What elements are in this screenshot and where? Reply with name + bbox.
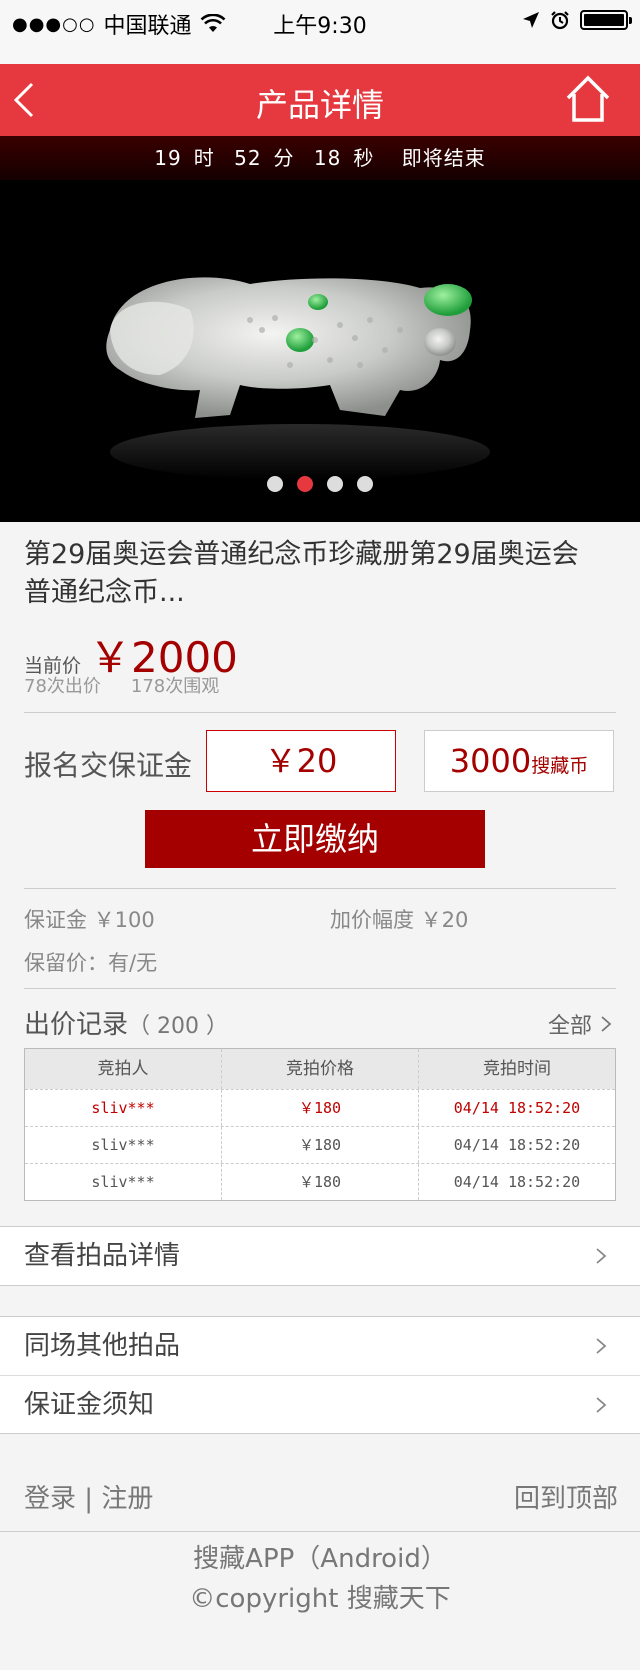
column-header: 竞拍价格: [221, 1049, 418, 1089]
divider: [0, 1531, 640, 1532]
chevron-right-icon: [601, 1016, 612, 1032]
back-to-top-link[interactable]: 回到顶部: [514, 1478, 618, 1515]
alarm-clock-icon: [551, 11, 569, 30]
coin-payment-option[interactable]: 3000搜藏币: [424, 730, 614, 792]
location-arrow-icon: [523, 12, 539, 28]
bidder-cell: sliv***: [91, 1136, 155, 1154]
coin-amount: 3000: [449, 742, 532, 780]
carousel-dot[interactable]: [267, 476, 283, 492]
login-link[interactable]: 登录: [24, 1484, 76, 1514]
chevron-right-icon: [596, 1397, 607, 1413]
bid-count: 78次出价: [24, 676, 101, 697]
reserve-price-info: 保留价：有/无: [24, 951, 158, 975]
menu-item-other-lots[interactable]: 同场其他拍品: [0, 1317, 640, 1375]
countdown-minutes: 52: [234, 146, 262, 170]
countdown-bar: 19 时 52 分 18 秒 即将结束: [0, 136, 640, 180]
divider: [24, 988, 616, 989]
pay-now-button[interactable]: 立即缴纳: [145, 810, 485, 868]
home-icon[interactable]: [564, 74, 612, 124]
table-header-row: 竞拍人 竞拍价格 竞拍时间: [25, 1049, 615, 1089]
view-all-label: 全部: [547, 1014, 592, 1039]
menu-item-label: 同场其他拍品: [24, 1331, 181, 1361]
deposit-amount-option[interactable]: ￥20: [206, 730, 396, 792]
view-all-bids-link[interactable]: 全部: [548, 1008, 612, 1040]
carousel-dot[interactable]: [327, 476, 343, 492]
bid-time-cell: 04/14 18:52:20: [418, 1127, 615, 1163]
product-stats: 78次出价 178次围观: [24, 672, 219, 698]
bidder-cell: sliv***: [91, 1173, 155, 1191]
carousel-dot[interactable]: [357, 476, 373, 492]
menu-item-deposit-notice[interactable]: 保证金须知: [0, 1375, 640, 1433]
carousel-dot-active[interactable]: [297, 476, 313, 492]
status-right: [522, 10, 632, 30]
increment-info: 加价幅度 ￥20: [330, 908, 469, 932]
product-image: [106, 277, 490, 480]
footer-auth-links: 登录 | 注册: [24, 1478, 153, 1515]
table-row: sliv*** ￥180 04/14 18:52:20: [25, 1089, 615, 1126]
countdown-seconds-unit: 秒: [353, 146, 375, 170]
bid-records-label: 出价记录: [24, 1010, 129, 1040]
countdown-seconds: 18: [313, 146, 342, 170]
navbar: 产品详情: [0, 64, 640, 136]
detail-menu: 查看拍品详情: [0, 1226, 640, 1286]
chevron-right-icon: [596, 1248, 607, 1264]
bid-records-title: 出价记录（ 200 ）: [24, 1004, 228, 1041]
column-header: 竞拍时间: [418, 1049, 615, 1089]
bid-time-cell: 04/14 18:52:20: [418, 1090, 615, 1126]
bid-price-cell: ￥180: [221, 1127, 418, 1163]
register-link[interactable]: 注册: [101, 1484, 153, 1514]
bid-time-cell: 04/14 18:52:20: [418, 1164, 615, 1200]
table-row: sliv*** ￥180 04/14 18:52:20: [25, 1126, 615, 1163]
divider: [24, 888, 616, 889]
status-bar: ●●●○○ 中国联通 上午9:30: [0, 0, 640, 64]
deposit-info: 保证金 ￥100: [24, 908, 155, 932]
countdown-minutes-unit: 分: [273, 146, 295, 170]
bidder-cell: sliv***: [91, 1099, 155, 1117]
more-menu: 同场其他拍品 保证金须知: [0, 1316, 640, 1434]
view-count: 178次围观: [130, 676, 220, 697]
copyright-text: ©copyright 搜藏天下: [189, 1584, 451, 1614]
menu-item-label: 查看拍品详情: [24, 1241, 181, 1271]
bid-price-cell: ￥180: [221, 1090, 418, 1126]
battery-icon: [580, 10, 632, 30]
deposit-label: 报名交保证金: [24, 749, 193, 782]
link-separator: |: [76, 1484, 102, 1514]
product-image-carousel[interactable]: [0, 180, 640, 522]
chevron-right-icon: [596, 1338, 607, 1354]
table-row: sliv*** ￥180 04/14 18:52:20: [25, 1163, 615, 1200]
menu-item-label: 保证金须知: [24, 1390, 155, 1420]
countdown-hours-unit: 时: [193, 146, 215, 170]
countdown-status: 即将结束: [401, 146, 486, 170]
column-header: 竞拍人: [97, 1059, 149, 1079]
page-title: 产品详情: [255, 86, 384, 124]
bid-records-count: （ 200 ）: [128, 1014, 228, 1039]
coin-unit: 搜藏币: [531, 755, 589, 777]
product-title: 第29届奥运会普通纪念币珍藏册第29届奥运会普通纪念币...: [24, 539, 579, 608]
app-platform-label: 搜藏APP（Android）: [193, 1544, 447, 1574]
menu-item-product-details[interactable]: 查看拍品详情: [0, 1227, 640, 1285]
carousel-indicators: [0, 476, 640, 492]
bid-price-cell: ￥180: [221, 1164, 418, 1200]
divider: [24, 712, 616, 713]
bid-records-table: 竞拍人 竞拍价格 竞拍时间 sliv*** ￥180 04/14 18:52:2…: [24, 1048, 616, 1201]
countdown-hours: 19: [154, 146, 182, 170]
